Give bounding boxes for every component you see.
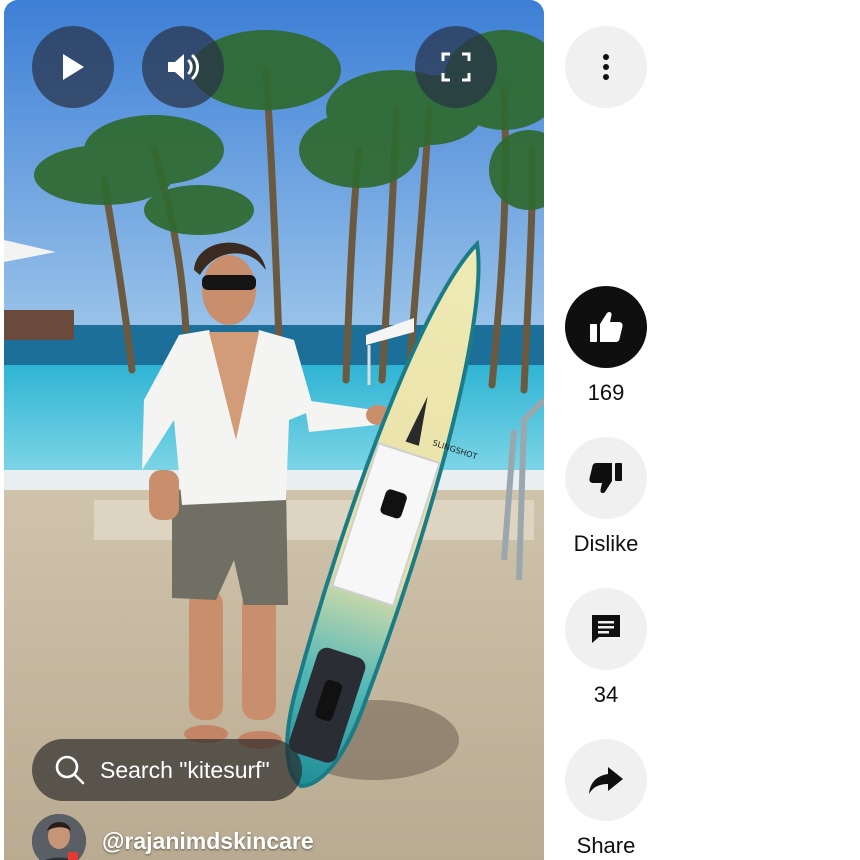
shorts-video-player[interactable]: SLINGSHOT Search "kitesurf" @rajanimdski…	[4, 0, 544, 860]
channel-handle[interactable]: @rajanimdskincare	[102, 828, 314, 855]
fullscreen-button[interactable]	[415, 26, 497, 108]
channel-info: @rajanimdskincare	[32, 814, 314, 860]
video-frame: SLINGSHOT	[4, 0, 544, 860]
search-suggestion-chip[interactable]: Search "kitesurf"	[32, 739, 302, 801]
volume-icon	[168, 54, 199, 80]
thumb-down-icon	[589, 463, 622, 494]
like-button[interactable]	[565, 286, 647, 368]
volume-button[interactable]	[142, 26, 224, 108]
play-icon	[63, 54, 84, 80]
comments-button[interactable]	[565, 588, 647, 670]
comment-icon	[592, 615, 620, 643]
share-icon	[589, 767, 623, 794]
thumb-up-icon	[590, 311, 623, 342]
share-label: Share	[576, 833, 636, 858]
search-suggestion-label: Search "kitesurf"	[100, 756, 270, 783]
dislike-button[interactable]	[565, 437, 647, 519]
play-button[interactable]	[32, 26, 114, 108]
dislike-label: Dislike	[573, 531, 639, 556]
search-icon	[54, 754, 86, 786]
like-count: 169	[587, 380, 625, 405]
more-vert-icon	[603, 54, 609, 80]
fullscreen-icon	[441, 52, 471, 82]
share-button[interactable]	[565, 739, 647, 821]
more-options-button[interactable]	[565, 26, 647, 108]
channel-avatar[interactable]	[32, 814, 86, 860]
comment-count: 34	[593, 682, 619, 707]
